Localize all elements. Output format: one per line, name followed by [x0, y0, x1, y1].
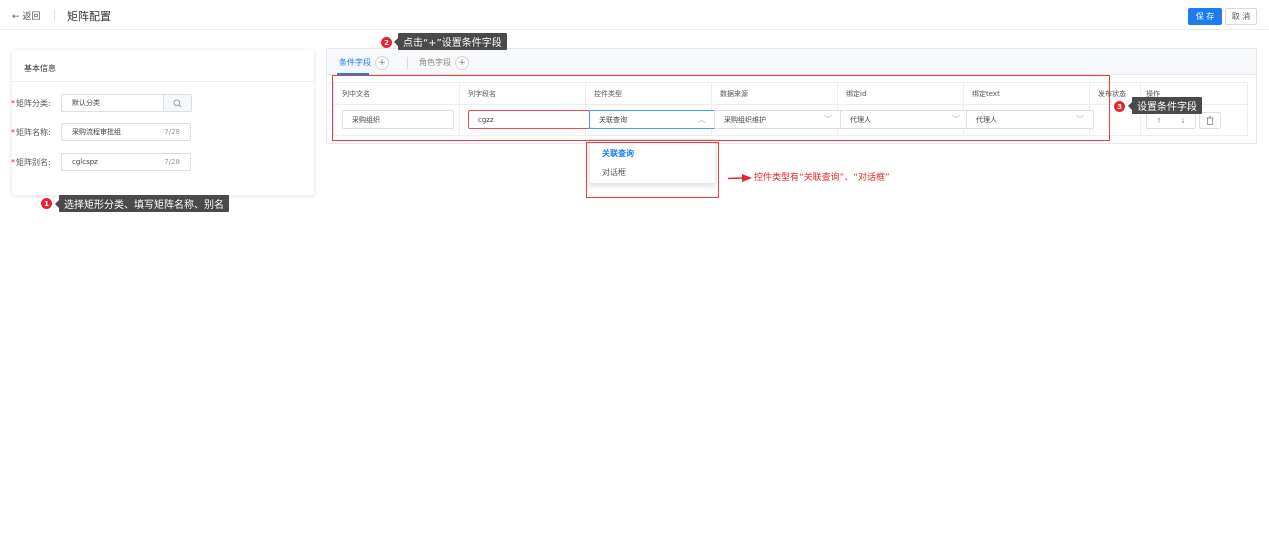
name-label: *矩阵名称:: [11, 128, 51, 137]
alias-label-text: 矩阵别名:: [16, 158, 51, 167]
tab-role-fields[interactable]: 角色字段 +: [419, 54, 469, 71]
delete-button[interactable]: [1199, 112, 1221, 129]
add-role-icon[interactable]: +: [455, 55, 469, 70]
step-tooltip-2: 点击“+”设置条件字段: [394, 33, 507, 50]
save-button[interactable]: 保 存: [1188, 8, 1222, 25]
move-button[interactable]: ↑ ↓: [1146, 112, 1196, 129]
tab-condition-fields[interactable]: 条件字段 +: [339, 54, 389, 71]
category-search-button[interactable]: [163, 94, 192, 112]
tab-role-label: 角色字段: [419, 58, 451, 67]
step-badge-2: 2: [381, 37, 392, 48]
category-label: *矩阵分类:: [11, 99, 51, 108]
arrow-up-icon: ↑: [1156, 116, 1162, 125]
page-title: 矩阵配置: [67, 10, 111, 23]
tab-bar: 条件字段 + 角色字段 +: [327, 49, 1256, 75]
cancel-button[interactable]: 取 消: [1225, 8, 1257, 25]
trash-icon: [1206, 116, 1214, 125]
arrow-right-icon: [728, 174, 752, 182]
basic-info-title: 基本信息: [24, 64, 56, 73]
annotation-control-types-text: 控件类型有“关联查询”、“对话框”: [754, 173, 890, 183]
category-input[interactable]: 默认分类: [61, 94, 165, 112]
arrow-down-icon: ↓: [1180, 116, 1186, 125]
page-header: ← 返回 矩阵配置 保 存 取 消: [0, 0, 1269, 30]
category-value: 默认分类: [72, 99, 100, 107]
search-icon: [173, 98, 182, 107]
annotation-box-table: [332, 75, 1110, 141]
alias-count: 7/28: [164, 158, 180, 166]
annotation-box-dropdown: [586, 142, 719, 198]
card-divider: [12, 81, 314, 82]
step-badge-1: 1: [41, 198, 52, 209]
tab-condition-label: 条件字段: [339, 58, 371, 67]
category-label-text: 矩阵分类:: [16, 99, 51, 108]
step-tooltip-1: 选择矩形分类、填写矩阵名称、别名: [55, 195, 229, 212]
name-label-text: 矩阵名称:: [16, 128, 51, 137]
alias-value: cglcspz: [72, 158, 98, 166]
name-input[interactable]: 采购流程审批组 7/28: [61, 123, 191, 141]
alias-input[interactable]: cglcspz 7/28: [61, 153, 191, 171]
alias-label: *矩阵别名:: [11, 158, 51, 167]
name-value: 采购流程审批组: [72, 128, 121, 136]
name-count: 7/28: [164, 128, 180, 136]
back-link[interactable]: ← 返回: [12, 9, 40, 22]
tab-divider: [407, 57, 408, 69]
step-tooltip-3: 设置条件字段: [1128, 97, 1202, 114]
add-condition-icon[interactable]: +: [375, 55, 389, 70]
header-divider: [54, 9, 55, 21]
step-badge-3: 3: [1114, 101, 1125, 112]
